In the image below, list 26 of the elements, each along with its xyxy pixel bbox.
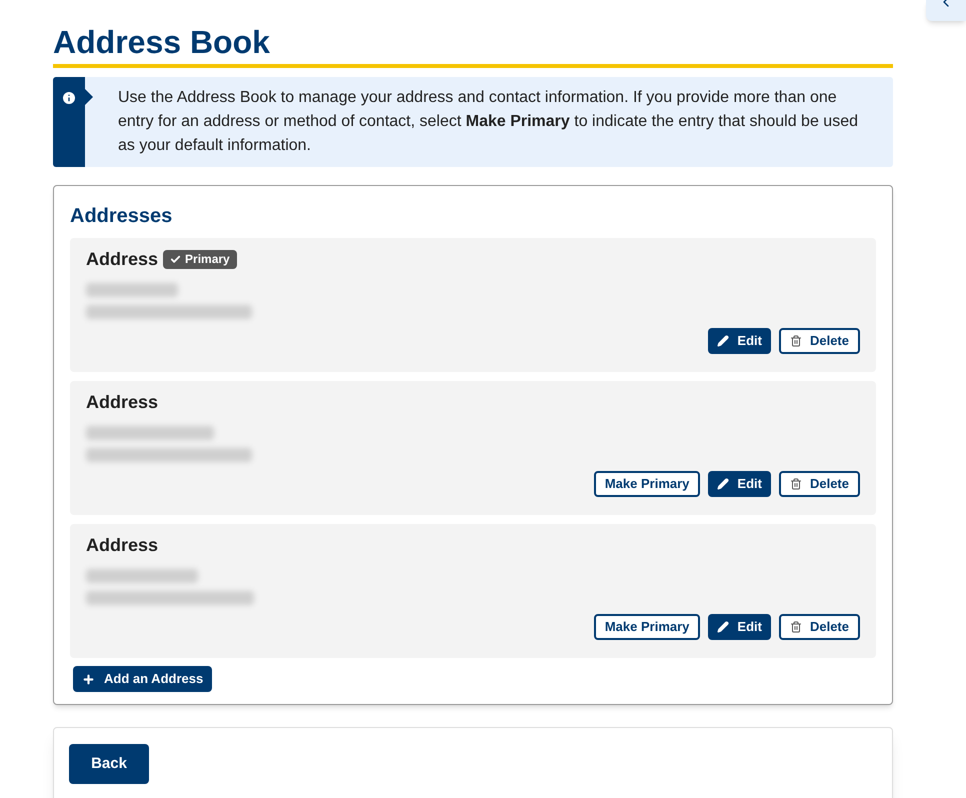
info-text: Use the Address Book to manage your address and contact information. If you provide more than one entry for an address or method of contact, select Make Primary to indicate the entry that should be used as your default information. [118, 88, 859, 156]
delete-button[interactable]: Delete [778, 328, 860, 354]
entry-title: Address [86, 248, 158, 271]
page-title: Address Book [53, 23, 271, 62]
delete-button[interactable]: Delete [778, 614, 860, 640]
plus-icon [82, 672, 95, 686]
primary-badge: Primary [163, 250, 237, 268]
pencil-icon [717, 478, 730, 490]
edit-button[interactable]: Edit [708, 614, 771, 640]
add-address-button[interactable]: Add an Address [73, 666, 212, 692]
trash-icon [790, 621, 802, 633]
entry-title: Address [86, 391, 158, 414]
trash-icon [790, 335, 802, 347]
pencil-icon [717, 621, 730, 633]
side-panel-tab[interactable] [926, 0, 966, 21]
make-primary-button[interactable]: Make Primary [594, 471, 700, 497]
edit-button[interactable]: Edit [708, 471, 771, 497]
edit-button[interactable]: Edit [708, 328, 771, 354]
info-icon [61, 90, 77, 106]
section-heading: Addresses [70, 204, 174, 228]
delete-button[interactable]: Delete [778, 471, 860, 497]
make-primary-button[interactable]: Make Primary [594, 614, 700, 640]
pencil-icon [717, 335, 730, 347]
back-button[interactable]: Back [69, 744, 149, 784]
entry-title: Address [86, 534, 158, 557]
trash-icon [790, 478, 802, 490]
